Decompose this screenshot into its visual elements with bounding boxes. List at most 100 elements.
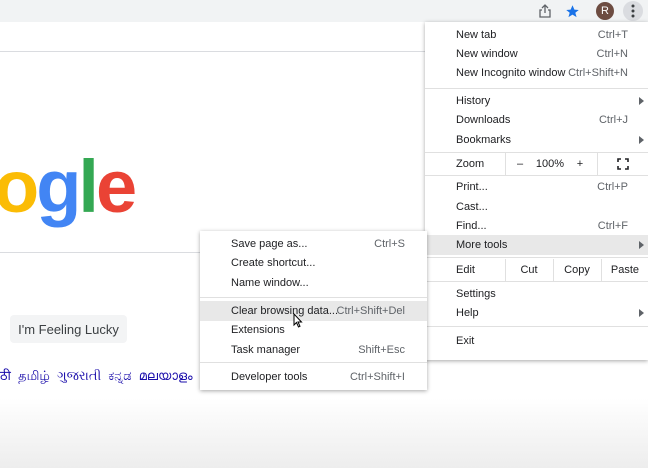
menu-separator	[425, 175, 648, 176]
menu-label: Exit	[456, 335, 475, 347]
menu-item-find[interactable]: Find... Ctrl+F	[425, 216, 648, 236]
zoom-out-button[interactable]: –	[513, 154, 527, 174]
kebab-menu-icon[interactable]	[623, 1, 643, 21]
menu-label: Settings	[456, 288, 496, 300]
logo-letter: e	[95, 145, 137, 228]
language-link[interactable]: മലയാളം	[139, 368, 193, 383]
mouse-cursor-icon	[293, 312, 303, 334]
menu-shortcut: Ctrl+Shift+Del	[336, 305, 405, 317]
menu-item-edit: Edit Cut Copy Paste	[425, 259, 648, 281]
menu-label: Extensions	[231, 324, 285, 336]
menu-item-more-tools[interactable]: More tools	[425, 235, 648, 255]
submenu-item-save-page[interactable]: Save page as... Ctrl+S	[200, 234, 427, 254]
menu-label: Zoom	[456, 158, 485, 170]
menu-label: Clear browsing data...	[231, 305, 338, 317]
menu-shortcut: Ctrl+Shift+I	[349, 371, 405, 383]
menu-shortcut: Ctrl+P	[597, 181, 628, 193]
menu-item-exit[interactable]: Exit	[425, 331, 648, 351]
menu-label: New window	[456, 48, 518, 60]
zoom-divider	[597, 153, 598, 175]
menu-separator	[425, 257, 648, 258]
menu-shortcut: Ctrl+F	[597, 220, 628, 232]
submenu-item-name-window[interactable]: Name window...	[200, 273, 427, 293]
menu-shortcut: Ctrl+J	[598, 114, 628, 126]
menu-label: Downloads	[456, 114, 511, 126]
menu-label: Edit	[456, 264, 475, 276]
menu-shortcut: Ctrl+S	[374, 238, 405, 250]
menu-shortcut: Ctrl+T	[597, 29, 628, 41]
menu-label: Developer tools	[231, 371, 308, 383]
logo-letter: l	[78, 145, 98, 228]
menu-separator	[425, 281, 648, 282]
avatar: R	[596, 2, 614, 20]
submenu-arrow-icon	[639, 241, 644, 249]
submenu-arrow-icon	[639, 97, 644, 105]
google-logo: ogle	[0, 150, 137, 224]
menu-label: Create shortcut...	[231, 257, 316, 269]
logo-letter: g	[36, 145, 81, 228]
submenu-item-developer-tools[interactable]: Developer tools Ctrl+Shift+I	[200, 367, 427, 387]
language-link[interactable]: ಕನ್ನಡ	[108, 368, 131, 383]
menu-label: Task manager	[231, 344, 301, 356]
submenu-item-clear-browsing-data[interactable]: Clear browsing data... Ctrl+Shift+Del	[200, 301, 427, 321]
language-links: ठी தமிழ் ગુજરાતી ಕನ್ನಡ മലയാളം	[0, 366, 193, 385]
submenu-item-extensions[interactable]: Extensions	[200, 320, 427, 340]
menu-item-bookmarks[interactable]: Bookmarks	[425, 130, 648, 150]
menu-label: Cast...	[456, 201, 488, 213]
edit-divider	[553, 259, 554, 281]
header-divider	[0, 51, 425, 52]
menu-label: Name window...	[231, 277, 309, 289]
menu-label: New Incognito window	[456, 67, 566, 79]
menu-item-settings[interactable]: Settings	[425, 284, 648, 304]
fullscreen-icon[interactable]	[613, 154, 633, 174]
menu-item-cast[interactable]: Cast...	[425, 197, 648, 217]
edit-divider	[505, 259, 506, 281]
cut-button[interactable]: Cut	[509, 260, 549, 280]
menu-label: Print...	[456, 181, 488, 193]
share-icon[interactable]	[535, 1, 555, 21]
menu-separator	[200, 297, 427, 298]
menu-item-print[interactable]: Print... Ctrl+P	[425, 177, 648, 197]
language-link[interactable]: தமிழ்	[18, 368, 50, 383]
zoom-divider	[505, 153, 506, 175]
menu-separator	[200, 362, 427, 363]
submenu-item-create-shortcut[interactable]: Create shortcut...	[200, 253, 427, 273]
page-footer	[0, 398, 648, 468]
menu-item-downloads[interactable]: Downloads Ctrl+J	[425, 110, 648, 130]
menu-label: History	[456, 95, 491, 107]
star-icon[interactable]	[562, 1, 582, 21]
menu-shortcut: Ctrl+Shift+N	[568, 67, 628, 79]
submenu-item-task-manager[interactable]: Task manager Shift+Esc	[200, 340, 427, 360]
zoom-in-button[interactable]: +	[573, 154, 587, 174]
menu-label: More tools	[456, 239, 508, 251]
feeling-lucky-button[interactable]: I'm Feeling Lucky	[10, 315, 127, 343]
menu-item-history[interactable]: History	[425, 91, 648, 111]
edit-divider	[601, 259, 602, 281]
menu-shortcut: Shift+Esc	[358, 344, 405, 356]
profile-avatar-button[interactable]: R	[595, 1, 615, 21]
submenu-arrow-icon	[639, 136, 644, 144]
menu-item-zoom: Zoom – 100% +	[425, 153, 648, 175]
menu-separator	[425, 326, 648, 327]
copy-button[interactable]: Copy	[557, 260, 597, 280]
submenu-arrow-icon	[639, 309, 644, 317]
language-link[interactable]: ગુજરાતી	[57, 368, 101, 383]
menu-item-help[interactable]: Help	[425, 303, 648, 323]
menu-item-new-incognito[interactable]: New Incognito window Ctrl+Shift+N	[425, 63, 648, 83]
menu-label: Save page as...	[231, 238, 308, 250]
menu-label: New tab	[456, 29, 497, 41]
logo-letter: o	[0, 145, 39, 228]
menu-shortcut: Ctrl+N	[596, 48, 628, 60]
menu-item-new-window[interactable]: New window Ctrl+N	[425, 44, 648, 64]
zoom-level: 100%	[535, 158, 565, 170]
menu-label: Find...	[456, 220, 487, 232]
paste-button[interactable]: Paste	[605, 260, 645, 280]
more-tools-submenu: Save page as... Ctrl+S Create shortcut..…	[200, 231, 427, 390]
menu-label: Help	[456, 307, 479, 319]
language-link[interactable]: ठी	[0, 368, 11, 383]
menu-label: Bookmarks	[456, 134, 512, 146]
menu-separator	[425, 88, 648, 89]
chrome-main-menu: New tab Ctrl+T New window Ctrl+N New Inc…	[425, 22, 648, 360]
browser-toolbar: R	[0, 0, 648, 22]
menu-item-new-tab[interactable]: New tab Ctrl+T	[425, 25, 648, 45]
